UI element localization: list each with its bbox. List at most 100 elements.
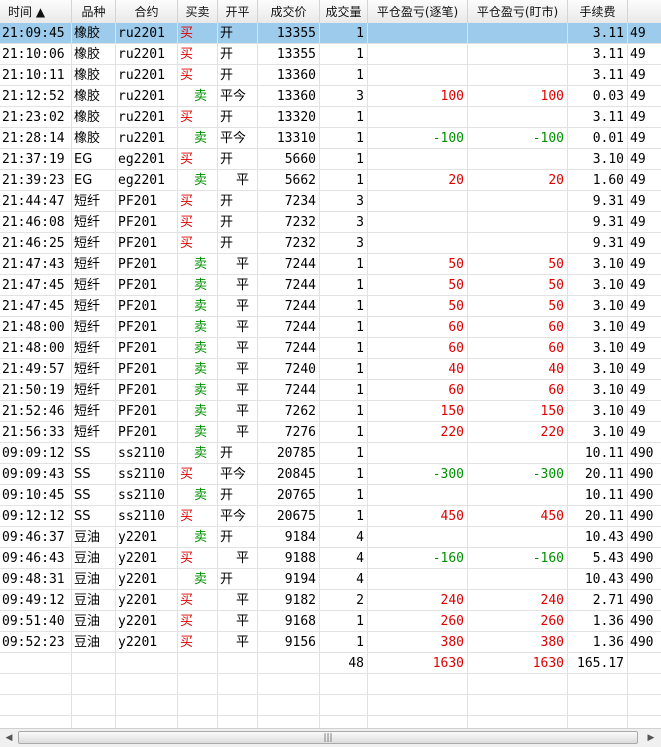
cell-side: 买 — [178, 212, 218, 233]
column-header-time[interactable]: 时间 ▲ — [0, 0, 72, 23]
cell-price: 7276 — [258, 422, 320, 443]
empty-cell — [72, 716, 116, 728]
table-row[interactable]: 21:46:25 短纤 PF201 买开 7232 3 9.31 49 — [0, 233, 661, 254]
table-row[interactable]: 09:52:23 豆油 y2201 买平 9156 1 380 380 1.36 490 — [0, 632, 661, 653]
table-row[interactable]: 21:47:43 短纤 PF201 卖平 7244 1 50 50 3.10 49 — [0, 254, 661, 275]
cell-side: 卖 — [178, 422, 218, 443]
column-header-pnl_trade[interactable]: 平仓盈亏(逐笔) — [368, 0, 468, 23]
cell-extra: 49 — [628, 191, 661, 212]
cell-price: 13360 — [258, 86, 320, 107]
cell-pnl_mtm — [468, 44, 568, 65]
table-row[interactable]: 21:28:14 橡胶 ru2201 卖平今 13310 1 -100 -100 0.01 49 — [0, 128, 661, 149]
cell-side: 卖 — [178, 254, 218, 275]
table-row[interactable]: 21:56:33 短纤 PF201 卖平 7276 1 220 220 3.10 49 — [0, 422, 661, 443]
cell-extra: 490 — [628, 464, 661, 485]
cell-fee: 165.17 — [568, 653, 628, 674]
scroll-left-arrow-icon[interactable]: ◀ — [1, 730, 17, 746]
cell-time: 21:10:11 — [0, 65, 72, 86]
column-header-contract[interactable]: 合约 — [116, 0, 178, 23]
table-row[interactable]: 21:52:46 短纤 PF201 卖平 7262 1 150 150 3.10 49 — [0, 401, 661, 422]
cell-side: 买 — [178, 548, 218, 569]
cell-pnl_mtm — [468, 191, 568, 212]
cell-side: 买 — [178, 107, 218, 128]
cell-qty: 3 — [320, 191, 368, 212]
cell-variety: 豆油 — [72, 569, 116, 590]
table-row[interactable]: 21:39:23 EG eg2201 卖平 5662 1 20 20 1.60 49 — [0, 170, 661, 191]
cell-pnl_trade: 260 — [368, 611, 468, 632]
table-row[interactable]: 09:46:37 豆油 y2201 卖开 9184 4 10.43 490 — [0, 527, 661, 548]
table-row[interactable]: 09:51:40 豆油 y2201 买平 9168 1 260 260 1.36 490 — [0, 611, 661, 632]
cell-variety: 橡胶 — [72, 86, 116, 107]
table-row[interactable]: 21:44:47 短纤 PF201 买开 7234 3 9.31 49 — [0, 191, 661, 212]
cell-extra: 49 — [628, 296, 661, 317]
table-row[interactable]: 21:46:08 短纤 PF201 买开 7232 3 9.31 49 — [0, 212, 661, 233]
empty-cell — [0, 716, 72, 728]
column-header-fee[interactable]: 手续费 — [568, 0, 628, 23]
cell-extra: 490 — [628, 485, 661, 506]
scroll-right-arrow-icon[interactable]: ▶ — [643, 730, 659, 746]
cell-pnl_trade: -300 — [368, 464, 468, 485]
cell-variety: 短纤 — [72, 317, 116, 338]
table-row[interactable]: 09:49:12 豆油 y2201 买平 9182 2 240 240 2.71 490 — [0, 590, 661, 611]
table-row[interactable]: 21:47:45 短纤 PF201 卖平 7244 1 50 50 3.10 49 — [0, 296, 661, 317]
cell-price: 13320 — [258, 107, 320, 128]
cell-oc: 平今 — [218, 464, 258, 485]
table-row[interactable]: 21:10:06 橡胶 ru2201 买开 13355 1 3.11 49 — [0, 44, 661, 65]
table-row[interactable]: 21:50:19 短纤 PF201 卖平 7244 1 60 60 3.10 49 — [0, 380, 661, 401]
column-header-price[interactable]: 成交价 — [258, 0, 320, 23]
empty-cell — [218, 716, 258, 728]
empty-cell — [628, 695, 661, 716]
totals-row[interactable]: 48 1630 1630 165.17 — [0, 653, 661, 674]
cell-side: 买 — [178, 611, 218, 632]
cell-pnl_mtm: 240 — [468, 590, 568, 611]
table-row[interactable]: 09:09:43 SS ss2110 买平今 20845 1 -300 -300 20.11 49… — [0, 464, 661, 485]
table-row[interactable]: 21:47:45 短纤 PF201 卖平 7244 1 50 50 3.10 49 — [0, 275, 661, 296]
cell-qty: 3 — [320, 86, 368, 107]
cell-fee: 3.10 — [568, 275, 628, 296]
table-row[interactable]: 21:48:00 短纤 PF201 卖平 7244 1 60 60 3.10 49 — [0, 338, 661, 359]
cell-contract: ss2110 — [116, 464, 178, 485]
table-row[interactable]: 21:12:52 橡胶 ru2201 卖平今 13360 3 100 100 0.03 49 — [0, 86, 661, 107]
column-header-qty[interactable]: 成交量 — [320, 0, 368, 23]
cell-fee: 3.11 — [568, 23, 628, 44]
cell-fee: 9.31 — [568, 233, 628, 254]
cell-side: 卖 — [178, 170, 218, 191]
table-row[interactable]: 21:23:02 橡胶 ru2201 买开 13320 1 3.11 49 — [0, 107, 661, 128]
table-row[interactable]: 21:10:11 橡胶 ru2201 买开 13360 1 3.11 49 — [0, 65, 661, 86]
cell-qty: 1 — [320, 44, 368, 65]
table-row[interactable]: 09:09:12 SS ss2110 卖开 20785 1 10.11 490 — [0, 443, 661, 464]
column-header-variety[interactable]: 品种 — [72, 0, 116, 23]
cell-extra: 49 — [628, 65, 661, 86]
cell-pnl_trade: 1630 — [368, 653, 468, 674]
table-row[interactable]: 09:12:12 SS ss2110 买平今 20675 1 450 450 20.11 490 — [0, 506, 661, 527]
table-row[interactable]: 09:48:31 豆油 y2201 卖开 9194 4 10.43 490 — [0, 569, 661, 590]
column-header-side[interactable]: 买卖 — [178, 0, 218, 23]
cell-price: 7244 — [258, 380, 320, 401]
column-header-extra[interactable] — [628, 0, 661, 23]
table-row[interactable]: 21:09:45 橡胶 ru2201 买开 13355 1 3.11 49 — [0, 23, 661, 44]
cell-price: 9182 — [258, 590, 320, 611]
cell-contract: PF201 — [116, 212, 178, 233]
cell-extra: 490 — [628, 548, 661, 569]
table-row[interactable]: 09:10:45 SS ss2110 卖开 20765 1 10.11 490 — [0, 485, 661, 506]
cell-extra: 490 — [628, 569, 661, 590]
cell-pnl_mtm — [468, 107, 568, 128]
table-row[interactable]: 21:37:19 EG eg2201 买开 5660 1 3.10 49 — [0, 149, 661, 170]
cell-fee: 3.10 — [568, 338, 628, 359]
horizontal-scrollbar[interactable]: ◀ ||| ▶ — [0, 728, 661, 747]
cell-price: 7244 — [258, 317, 320, 338]
cell-time: 09:09:43 — [0, 464, 72, 485]
column-header-oc[interactable]: 开平 — [218, 0, 258, 23]
table-row[interactable]: 21:49:57 短纤 PF201 卖平 7240 1 40 40 3.10 49 — [0, 359, 661, 380]
empty-cell — [368, 695, 468, 716]
cell-pnl_trade: 50 — [368, 296, 468, 317]
column-header-pnl_mtm[interactable]: 平仓盈亏(盯市) — [468, 0, 568, 23]
cell-time: 21:49:57 — [0, 359, 72, 380]
cell-pnl_trade — [368, 212, 468, 233]
table-row[interactable]: 09:46:43 豆油 y2201 买平 9188 4 -160 -160 5.43 490 — [0, 548, 661, 569]
empty-cell — [568, 674, 628, 695]
cell-price: 7244 — [258, 275, 320, 296]
scrollbar-thumb[interactable]: ||| — [18, 731, 638, 744]
cell-qty: 1 — [320, 632, 368, 653]
table-row[interactable]: 21:48:00 短纤 PF201 卖平 7244 1 60 60 3.10 49 — [0, 317, 661, 338]
